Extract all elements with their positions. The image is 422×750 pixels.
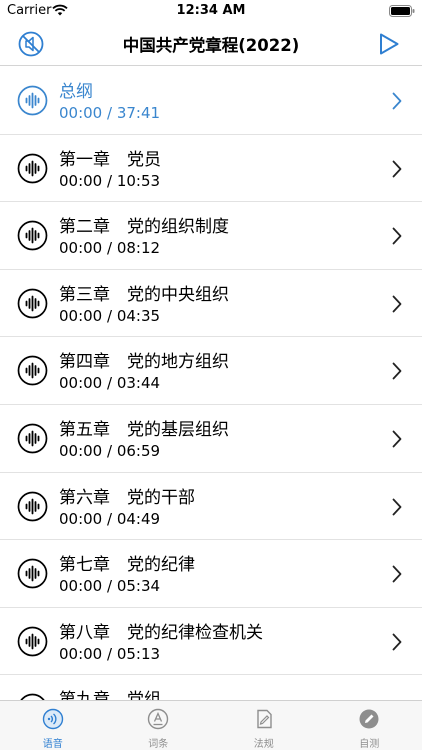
audio-wave-icon <box>17 423 48 454</box>
audio-wave-icon <box>17 356 48 386</box>
chevron-right-icon <box>392 565 402 583</box>
chapter-duration: 00:00 / 03:44 <box>59 374 161 393</box>
chapter-duration: 00:00 / 05:13 <box>59 644 161 663</box>
chapter-title: 第五章 党的基层组织 <box>59 419 229 440</box>
chapter-duration: 00:00 / 05:34 <box>59 577 161 596</box>
tab-regulations[interactable]: 法规 <box>211 701 317 750</box>
chevron-right-icon <box>392 633 402 651</box>
chapter-row[interactable]: 第七章 党的纪律 00:00 / 05:34 <box>0 540 422 608</box>
chapter-title: 第三章 党的中央组织 <box>59 284 229 305</box>
chapter-title: 第二章 党的组织制度 <box>59 217 229 238</box>
chapter-duration: 00:00 / 04:35 <box>59 306 161 325</box>
audio-wave-icon <box>17 85 48 116</box>
chapter-title: 第九章 党组 <box>59 685 161 700</box>
chevron-right-icon <box>392 498 402 515</box>
audio-wave-icon <box>17 153 48 183</box>
chapter-row[interactable]: 第八章 党的纪律检查机关 00:00 / 05:13 <box>0 608 422 676</box>
chapter-duration: 00:00 / 04:49 <box>59 509 161 528</box>
chevron-right-icon <box>392 92 402 110</box>
tab-entries[interactable]: 词条 <box>106 701 212 750</box>
chapter-title: 第六章 党的干部 <box>59 487 195 508</box>
tab-label: 法规 <box>253 739 274 750</box>
entry-icon <box>148 708 169 730</box>
chapter-duration: 00:00 / 10:53 <box>59 171 161 190</box>
chapter-duration: 00:00 / 06:59 <box>59 441 161 460</box>
audio-wave-icon <box>17 220 48 251</box>
audio-wave-icon <box>17 491 48 521</box>
chapter-title: 第七章 党的纪律 <box>59 555 195 576</box>
audio-wave-icon <box>17 288 48 319</box>
pencil-icon <box>359 709 379 729</box>
nav-bar: 中国共产党章程(2022) <box>0 22 422 66</box>
chevron-right-icon <box>392 430 402 448</box>
battery-icon <box>389 5 415 17</box>
chevron-right-icon <box>392 160 402 177</box>
play-icon[interactable] <box>378 32 400 56</box>
chapter-row[interactable]: 第五章 党的基层组织 00:00 / 06:59 <box>0 405 422 473</box>
audio-wave-icon <box>17 558 48 589</box>
chevron-right-icon <box>392 362 402 380</box>
tab-label: 语音 <box>42 739 63 750</box>
chapter-row[interactable]: 第九章 党组 <box>0 675 422 700</box>
chapter-row[interactable]: 第一章 党员 00:00 / 10:53 <box>0 135 422 203</box>
tab-voice[interactable]: 语音 <box>0 701 106 750</box>
chapter-duration: 00:00 / 08:12 <box>59 239 161 258</box>
tab-label: 词条 <box>148 739 169 750</box>
audio-wave-icon <box>20 693 45 700</box>
chevron-right-icon <box>392 295 402 313</box>
chapter-row[interactable]: 第四章 党的地方组织 00:00 / 03:44 <box>0 337 422 405</box>
chapter-title: 第四章 党的地方组织 <box>59 352 229 373</box>
no-sound-icon[interactable] <box>17 30 45 58</box>
audio-wave-icon <box>17 626 48 657</box>
chapter-title: 第八章 党的纪律检查机关 <box>59 622 263 643</box>
chapter-title: 总纲 <box>59 82 93 102</box>
chapter-list[interactable]: 总纲 00:00 / 37:41 第一章 党员 00:00 / 10:53 第二章 党的… <box>0 67 422 700</box>
chapter-row[interactable]: 总纲 00:00 / 37:41 <box>0 67 422 135</box>
tab-bar: 语音 词条 法规 自测 <box>0 700 422 750</box>
tab-self-test[interactable]: 自测 <box>317 701 422 750</box>
chapter-duration: 00:00 / 37:41 <box>59 104 161 122</box>
clock: 12:34 AM <box>176 3 246 18</box>
chapter-row[interactable]: 第三章 党的中央组织 00:00 / 04:35 <box>0 270 422 338</box>
chapter-row[interactable]: 第二章 党的组织制度 00:00 / 08:12 <box>0 202 422 270</box>
tab-label: 自测 <box>359 739 380 750</box>
chevron-right-icon <box>392 227 402 245</box>
chapter-row[interactable]: 第六章 党的干部 00:00 / 04:49 <box>0 473 422 541</box>
regulation-icon <box>257 709 272 729</box>
status-bar: Carrier 12:34 AM <box>0 0 422 22</box>
page-title: 中国共产党章程(2022) <box>122 36 300 55</box>
voice-icon <box>42 708 63 730</box>
chapter-title: 第一章 党员 <box>59 149 161 170</box>
